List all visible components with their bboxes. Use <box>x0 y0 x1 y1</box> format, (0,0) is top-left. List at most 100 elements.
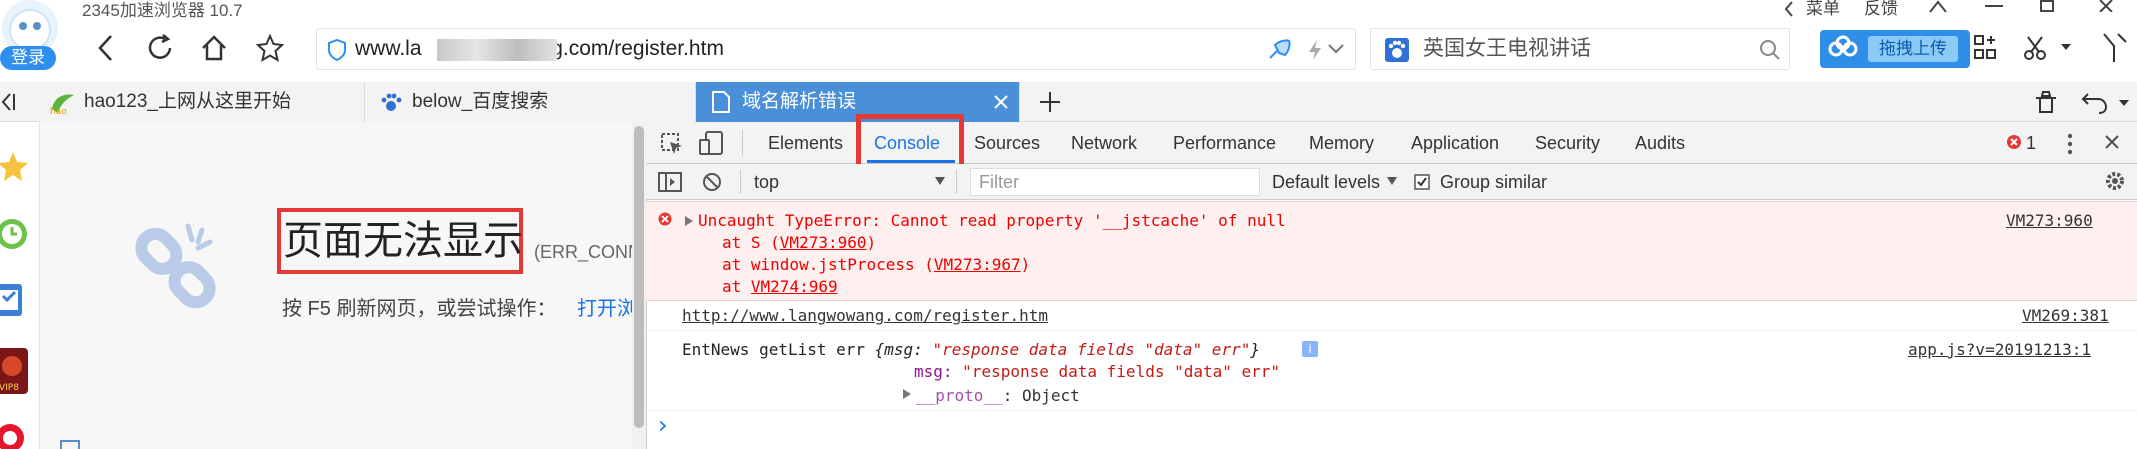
sidebar-history-clock-icon[interactable] <box>0 216 30 252</box>
info-badge-icon[interactable]: i <box>1302 341 1318 357</box>
svg-text:VIP8: VIP8 <box>0 383 19 393</box>
back-button[interactable] <box>86 28 126 68</box>
show-sidebar-icon[interactable] <box>658 172 682 192</box>
menu-button[interactable]: 菜单 <box>1806 0 1840 18</box>
scissors-icon[interactable] <box>2022 34 2050 62</box>
tab-label: 域名解析错误 <box>742 91 857 112</box>
trash-bin-icon[interactable] <box>2032 88 2060 116</box>
tab-elements[interactable]: Elements <box>768 122 843 164</box>
proto-expand-icon[interactable] <box>902 388 912 400</box>
frame-text: at window.jstProcess ( <box>722 255 934 274</box>
proto-row[interactable]: __proto__: Object <box>916 386 1080 405</box>
page-scrollbar-thumb[interactable] <box>634 126 644 428</box>
star-outline-icon <box>255 33 285 63</box>
device-toggle-icon[interactable] <box>698 130 724 156</box>
console-settings-gear-icon[interactable] <box>2104 170 2126 192</box>
levels-dropdown-icon[interactable] <box>1386 176 1398 186</box>
svg-text:hao: hao <box>50 107 67 115</box>
tab-baidu[interactable]: below_百度搜索 <box>366 82 696 122</box>
more-options-icon[interactable] <box>2066 132 2074 156</box>
side-panel-icon[interactable] <box>2100 32 2128 64</box>
tab-security[interactable]: Security <box>1535 122 1600 164</box>
search-query: 英国女王电视讲话 <box>1423 37 1591 60</box>
sidebar-notes-icon[interactable] <box>0 282 28 318</box>
sidebar-favorites-star-icon[interactable] <box>0 150 30 184</box>
frame-text: at S ( <box>722 233 780 252</box>
feedback-button[interactable]: 反馈 <box>1864 0 1898 18</box>
log-url-link[interactable]: http://www.langwowang.com/register.htm <box>682 306 1048 325</box>
broken-link-icon <box>118 212 228 322</box>
object-open[interactable]: {msg: <box>875 340 933 359</box>
log-levels-dropdown[interactable]: Default levels <box>1272 164 1380 200</box>
inspect-element-icon[interactable] <box>660 132 684 156</box>
search-input[interactable]: 英国女王电视讲话 <box>1370 28 1790 70</box>
tab-scroll-left-icon[interactable] <box>0 90 16 114</box>
property-value: "response data fields "data" err" <box>962 362 1281 381</box>
frame-text: at <box>722 277 751 296</box>
error-page-title: 页面无法显示 <box>283 219 523 263</box>
tab-label: below_百度搜索 <box>412 91 549 112</box>
maximize-icon[interactable] <box>2040 0 2056 12</box>
search-engine-paw-icon[interactable] <box>1385 38 1409 62</box>
tab-network[interactable]: Network <box>1071 122 1137 164</box>
console-filter-input[interactable]: Filter <box>970 168 1260 196</box>
group-similar-label: Group similar <box>1440 172 1548 192</box>
new-tab-icon[interactable] <box>1038 90 1062 114</box>
favorite-button[interactable] <box>250 28 290 68</box>
error-count-icon[interactable] <box>2006 134 2022 150</box>
sidebar-weibo-icon[interactable] <box>0 420 30 449</box>
frame-link[interactable]: VM273:960 <box>780 233 867 252</box>
undo-dropdown-icon[interactable] <box>2118 98 2130 108</box>
log-object-line: EntNews getList err {msg: "response data… <box>682 340 1260 359</box>
chevron-down-icon[interactable] <box>1327 41 1345 57</box>
console-input[interactable] <box>680 414 2120 438</box>
tab-hao123[interactable]: hao hao123_上网从这里开始 <box>40 82 365 122</box>
secure-shield-icon <box>327 39 347 61</box>
tab-sources[interactable]: Sources <box>974 122 1040 164</box>
tab-memory[interactable]: Memory <box>1309 122 1374 164</box>
frame-link[interactable]: VM274:969 <box>751 277 838 296</box>
apps-grid-icon[interactable] <box>1974 34 1996 62</box>
minimize-icon[interactable] <box>1985 4 2003 8</box>
log-source-link[interactable]: app.js?v=20191213:1 <box>1908 340 2091 359</box>
context-dropdown-icon[interactable] <box>934 176 946 186</box>
cloud-icon <box>1826 34 1860 64</box>
scissors-dropdown-icon[interactable] <box>2060 42 2072 52</box>
hao123-icon: hao <box>48 91 78 115</box>
tab-performance[interactable]: Performance <box>1173 122 1276 164</box>
sidebar-game-vip-icon[interactable]: VIP8 <box>0 348 28 394</box>
search-icon[interactable] <box>1759 39 1781 61</box>
frame-text: ) <box>866 233 877 252</box>
log-source-link[interactable]: VM269:381 <box>2022 306 2109 325</box>
log-prefix: EntNews getList err <box>682 340 875 359</box>
skin-icon[interactable] <box>1928 0 1948 14</box>
close-tab-icon[interactable] <box>994 95 1008 109</box>
rocket-icon[interactable] <box>1267 39 1291 61</box>
filter-placeholder: Filter <box>979 172 1019 192</box>
upload-button[interactable]: 拖拽上传 <box>1820 30 1970 68</box>
error-source-link[interactable]: VM273:960 <box>2006 211 2093 230</box>
refresh-icon <box>148 34 172 59</box>
frame-text: ) <box>1020 255 1031 274</box>
tab-audits[interactable]: Audits <box>1635 122 1685 164</box>
error-code: (ERR_CONN <box>534 242 642 262</box>
address-bar[interactable]: www.la ng.com/register.htm <box>316 28 1356 70</box>
undo-close-icon[interactable] <box>2080 88 2110 116</box>
tab-application[interactable]: Application <box>1411 122 1499 164</box>
group-similar-checkbox[interactable] <box>1414 174 1430 190</box>
open-diagnostics-link[interactable]: 打开浏 <box>577 292 637 321</box>
lightning-icon[interactable] <box>1307 39 1323 61</box>
home-button[interactable] <box>194 28 234 68</box>
context-selector[interactable]: top <box>754 164 779 200</box>
close-window-icon[interactable] <box>2098 0 2116 12</box>
baidu-paw-icon <box>380 92 402 114</box>
expand-triangle-icon[interactable] <box>684 215 694 227</box>
error-count[interactable]: 1 <box>2026 122 2036 164</box>
property-key: msg: <box>914 362 953 381</box>
close-devtools-icon[interactable] <box>2104 134 2120 150</box>
clear-console-icon[interactable] <box>702 172 722 192</box>
frame-link[interactable]: VM273:967 <box>934 255 1021 274</box>
menu-chevron-left-icon[interactable] <box>1782 0 1796 18</box>
tab-divider <box>742 130 743 156</box>
refresh-button[interactable] <box>140 28 180 68</box>
